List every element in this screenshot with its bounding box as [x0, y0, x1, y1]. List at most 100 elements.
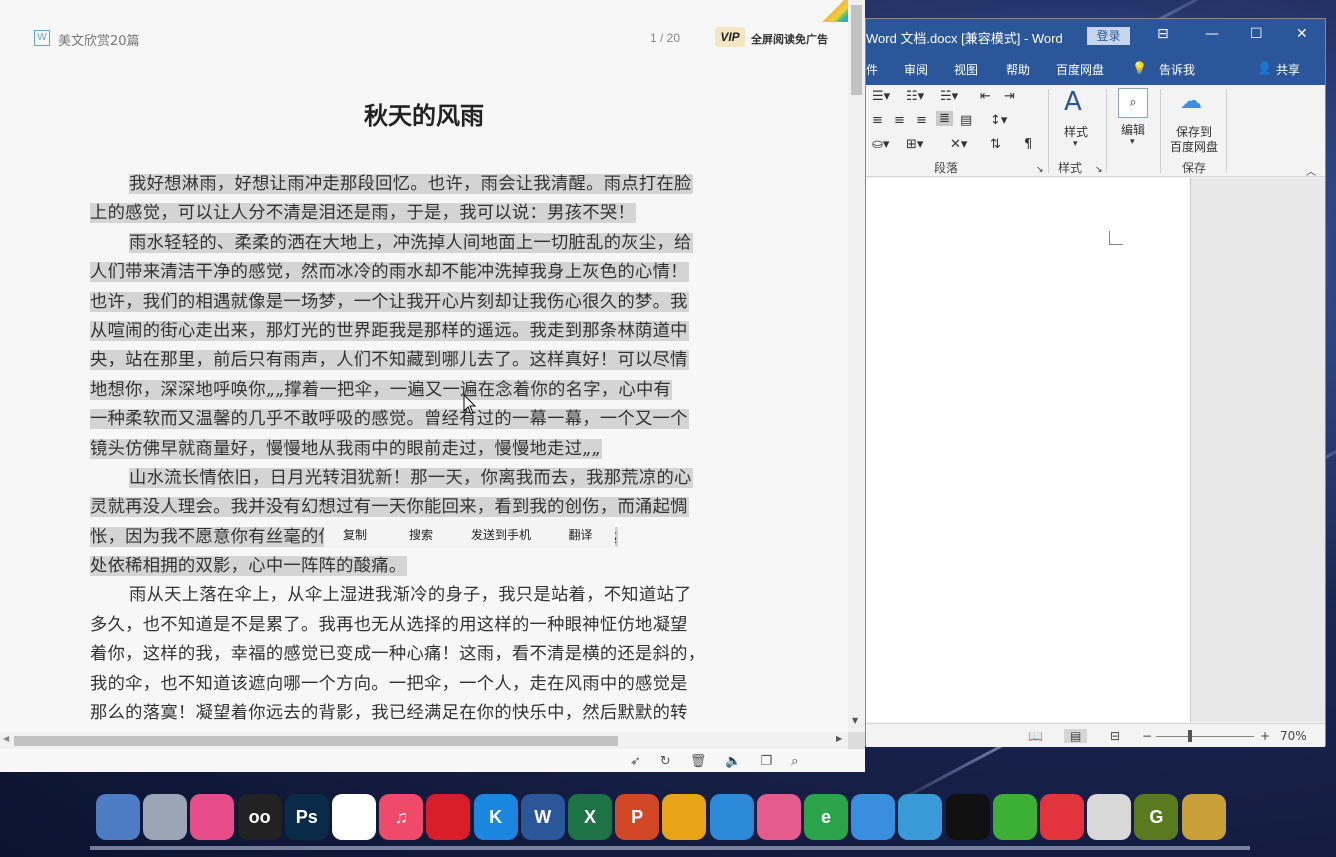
- zoom-out-icon[interactable]: −: [1142, 729, 1152, 743]
- trash-icon[interactable]: 🗑: [690, 754, 707, 769]
- horizontal-scrollbar[interactable]: ◀ ▶: [0, 732, 848, 749]
- share-button[interactable]: 共享: [1276, 61, 1300, 78]
- collapse-ribbon-icon[interactable]: ︿: [1306, 163, 1316, 178]
- save-to-baidu-line2[interactable]: 百度网盘: [1170, 138, 1218, 155]
- zoom-slider[interactable]: [1156, 736, 1254, 737]
- line-spacing-icon[interactable]: ↕▾: [990, 113, 1007, 128]
- read-mode-icon[interactable]: 📖: [1028, 729, 1043, 743]
- cloud-app-icon[interactable]: [709, 794, 754, 840]
- tab-file[interactable]: 件: [866, 61, 878, 78]
- refresh-icon[interactable]: ↻: [660, 754, 671, 769]
- context-copy-item[interactable]: 复制: [324, 526, 386, 543]
- chrome-icon[interactable]: [662, 794, 707, 840]
- copy-icon[interactable]: ❐: [761, 754, 773, 769]
- decrease-indent-icon[interactable]: ⇤: [980, 89, 991, 104]
- numbering-icon[interactable]: ☷▾: [906, 89, 924, 104]
- baidu-cloud-icon[interactable]: ☁: [1180, 89, 1202, 114]
- app-colorful-icon[interactable]: [190, 794, 235, 840]
- paper-plane-icon[interactable]: [851, 794, 896, 840]
- tab-help[interactable]: 帮助: [1006, 61, 1030, 78]
- kugou-icon[interactable]: K: [473, 794, 518, 840]
- colorful-ball-icon[interactable]: [756, 794, 801, 840]
- vip-icon[interactable]: VIP: [715, 27, 745, 47]
- print-layout-icon[interactable]: ▤: [1064, 729, 1088, 743]
- article-body[interactable]: 我好想淋雨，好想让雨冲走那段回忆。也许，雨会让我清醒。雨点打在脸 上的感觉，可以让…: [90, 170, 762, 728]
- wechat-icon[interactable]: [992, 794, 1037, 840]
- oo-app-icon[interactable]: oo: [237, 794, 282, 840]
- tab-view[interactable]: 视图: [954, 61, 978, 78]
- search-icon[interactable]: ⌕: [791, 754, 798, 769]
- align-center-icon[interactable]: ≡: [894, 113, 905, 128]
- speaker-icon[interactable]: 🔈: [725, 754, 741, 769]
- document-canvas[interactable]: [866, 178, 1325, 722]
- word-icon[interactable]: W: [520, 794, 565, 840]
- chinese-layout-icon[interactable]: ✕▾: [950, 137, 967, 152]
- scroll-down-icon[interactable]: ▼: [852, 716, 858, 725]
- ie-icon[interactable]: e: [804, 794, 848, 840]
- document-name[interactable]: 美文欣赏20篇: [58, 30, 140, 49]
- scroll-right-icon[interactable]: ▶: [836, 734, 842, 743]
- zoom-slider-thumb[interactable]: [1188, 730, 1192, 742]
- group-save-label: 保存: [1182, 161, 1207, 175]
- context-search-item[interactable]: 搜索: [386, 526, 456, 543]
- vip-ad-free-link[interactable]: 全屏阅读免广告: [751, 31, 828, 47]
- hscroll-thumb[interactable]: [14, 736, 618, 746]
- tools-icon[interactable]: [1181, 794, 1226, 840]
- excel-icon[interactable]: X: [568, 794, 612, 840]
- web-layout-icon[interactable]: ⊟: [1110, 729, 1120, 743]
- context-send-to-phone-item[interactable]: 发送到手机: [456, 526, 546, 543]
- scroll-thumb[interactable]: [851, 5, 862, 95]
- minimize-icon[interactable]: —: [1205, 26, 1219, 42]
- vertical-scrollbar[interactable]: ▼: [848, 0, 865, 732]
- g-app-icon[interactable]: G: [1134, 794, 1179, 840]
- baidu-netdisk-icon[interactable]: [332, 794, 376, 840]
- styles-icon[interactable]: A: [1064, 87, 1082, 117]
- powerpoint-icon[interactable]: P: [615, 794, 660, 840]
- qq-icon[interactable]: [945, 794, 990, 840]
- multilevel-list-icon[interactable]: ☵▾: [940, 89, 958, 104]
- styles-dropdown-icon[interactable]: ▾: [1073, 139, 1078, 149]
- xmind-icon[interactable]: [1040, 794, 1084, 840]
- document-page[interactable]: [866, 178, 1191, 722]
- paragraph-launcher-icon[interactable]: ↘: [1036, 165, 1044, 175]
- login-button[interactable]: 登录: [1087, 27, 1130, 45]
- word-status-bar: 📖 ▤ ⊟ − + 70%: [866, 723, 1325, 747]
- maximize-icon[interactable]: ☐: [1250, 26, 1263, 42]
- increase-indent-icon[interactable]: ⇥: [1004, 89, 1015, 104]
- shading-icon[interactable]: ⛀▾: [872, 137, 889, 152]
- zoom-level[interactable]: 70%: [1280, 729, 1307, 743]
- sort-icon[interactable]: ⇅: [990, 137, 1001, 152]
- close-icon[interactable]: ✕: [1296, 26, 1308, 42]
- article-line: 从喧闹的街心走出来，那灯光的世界距我是那样的遥远。我走到那条林荫道中: [90, 317, 762, 346]
- styles-launcher-icon[interactable]: ↘: [1095, 165, 1103, 175]
- zoom-in-icon[interactable]: +: [1260, 729, 1270, 743]
- bullets-icon[interactable]: ☰▾: [872, 89, 890, 104]
- borders-icon[interactable]: ⊞▾: [906, 137, 923, 152]
- tell-me-search[interactable]: 告诉我: [1159, 61, 1195, 78]
- scroll-left-icon[interactable]: ◀: [3, 734, 9, 743]
- music-icon[interactable]: ♫: [379, 794, 424, 840]
- word-menu-bar: 件 审阅 视图 帮助 百度网盘 💡 告诉我 👤 共享: [866, 52, 1325, 85]
- align-left-icon[interactable]: ≡: [872, 113, 883, 128]
- photoshop-icon[interactable]: Ps: [284, 794, 329, 840]
- chat-bubbles-icon[interactable]: [898, 794, 943, 840]
- find-icon[interactable]: ⌕: [1118, 88, 1148, 118]
- article-line-text: 也许，我们的相遇就像是一场梦，一个让我开心片刻却让我伤心很久的梦。我: [90, 291, 689, 312]
- context-translate-item[interactable]: 翻译: [546, 526, 615, 543]
- screen-recorder-icon[interactable]: [1087, 794, 1132, 840]
- rocket-icon[interactable]: ➶: [630, 754, 641, 769]
- align-right-icon[interactable]: ≡: [916, 113, 927, 128]
- tab-baidu-netdisk[interactable]: 百度网盘: [1056, 61, 1104, 78]
- ribbon-display-icon[interactable]: ⊟: [1157, 26, 1169, 42]
- styles-button[interactable]: 样式: [1064, 123, 1088, 140]
- justify-icon[interactable]: ≣: [936, 111, 953, 126]
- computer-icon[interactable]: [96, 794, 140, 840]
- netease-music-icon[interactable]: [426, 794, 471, 840]
- distributed-icon[interactable]: ▤: [960, 113, 972, 128]
- share-user-icon[interactable]: 👤: [1257, 61, 1272, 75]
- edit-button[interactable]: 编辑: [1121, 121, 1145, 138]
- edit-dropdown-icon[interactable]: ▾: [1130, 137, 1135, 147]
- recycle-bin-icon[interactable]: [143, 794, 188, 840]
- show-marks-icon[interactable]: ¶: [1024, 137, 1032, 152]
- tab-review[interactable]: 审阅: [904, 61, 928, 78]
